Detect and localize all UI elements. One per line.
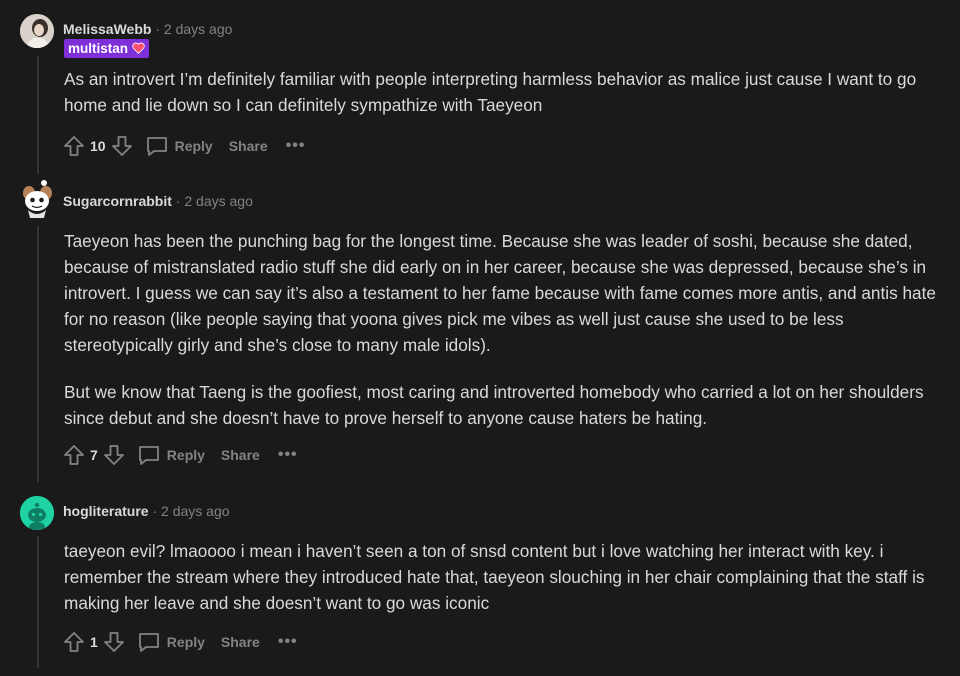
flair-text: multistan	[68, 41, 129, 56]
more-options-button[interactable]: •••	[278, 446, 298, 464]
downvote-arrow-icon	[103, 632, 124, 652]
upvote-button[interactable]	[61, 442, 87, 468]
comment: MelissaWebb · 2 days ago multistan As an…	[20, 14, 950, 174]
upvote-button[interactable]	[61, 133, 87, 159]
downvote-button[interactable]	[109, 133, 135, 159]
author-name[interactable]: MelissaWebb	[63, 21, 151, 37]
comment-bubble-icon	[146, 137, 167, 156]
timestamp[interactable]: 2 days ago	[184, 193, 253, 209]
reply-button[interactable]: Reply	[137, 444, 205, 466]
more-options-button[interactable]: •••	[286, 137, 306, 155]
comment-body: As an introvert I’m definitely familiar …	[64, 66, 950, 118]
reply-button[interactable]: Reply	[145, 135, 213, 157]
reply-button[interactable]: Reply	[137, 631, 205, 653]
share-button[interactable]: Share	[221, 447, 260, 463]
comment: hogliterature · 2 days ago taeyeon evil?…	[20, 496, 950, 666]
comment-actions: 10 Reply Share •••	[61, 132, 305, 160]
avatar[interactable]	[20, 496, 54, 530]
share-button[interactable]: Share	[229, 138, 268, 154]
author-name[interactable]: hogliterature	[63, 503, 149, 519]
comment-meta: MelissaWebb · 2 days ago	[63, 21, 233, 37]
comment-body: Taeyeon has been the punching bag for th…	[64, 228, 950, 431]
comment-actions: 1 Reply Share •••	[61, 628, 298, 656]
timestamp[interactable]: 2 days ago	[164, 21, 233, 37]
comment: Sugarcornrabbit · 2 days ago Taeyeon has…	[20, 180, 950, 486]
vote-score: 7	[90, 447, 98, 463]
comment-bubble-icon	[138, 633, 159, 652]
share-button[interactable]: Share	[221, 634, 260, 650]
downvote-arrow-icon	[103, 445, 124, 465]
snoo-avatar-icon	[23, 180, 52, 218]
downvote-arrow-icon	[111, 136, 132, 156]
vote-score: 10	[90, 138, 106, 154]
upvote-arrow-icon	[64, 445, 84, 465]
avatar[interactable]	[20, 180, 54, 220]
comment-paragraph: As an introvert I’m definitely familiar …	[64, 69, 917, 115]
vote-score: 1	[90, 634, 98, 650]
comment-body: taeyeon evil? lmaoooo i mean i haven’t s…	[64, 538, 950, 616]
reply-label: Reply	[174, 138, 213, 154]
avatar[interactable]	[20, 14, 54, 48]
user-flair: multistan	[64, 39, 149, 58]
comment-paragraph: Taeyeon has been the punching bag for th…	[64, 231, 936, 355]
user-avatar-photo-icon	[20, 14, 54, 48]
upvote-arrow-icon	[64, 632, 84, 652]
comment-meta: hogliterature · 2 days ago	[63, 503, 230, 519]
reply-label: Reply	[166, 447, 205, 463]
comment-bubble-icon	[138, 446, 159, 465]
upvote-arrow-icon	[64, 136, 84, 156]
downvote-button[interactable]	[101, 629, 127, 655]
comment-actions: 7 Reply Share •••	[61, 441, 298, 469]
reply-label: Reply	[166, 634, 205, 650]
downvote-button[interactable]	[101, 442, 127, 468]
timestamp[interactable]: 2 days ago	[161, 503, 230, 519]
comment-paragraph: taeyeon evil? lmaoooo i mean i haven’t s…	[64, 541, 925, 613]
comment-meta: Sugarcornrabbit · 2 days ago	[63, 193, 253, 209]
comment-paragraph: But we know that Taeng is the goofiest, …	[64, 382, 924, 428]
author-name[interactable]: Sugarcornrabbit	[63, 193, 172, 209]
heart-icon	[132, 42, 145, 54]
upvote-button[interactable]	[61, 629, 87, 655]
more-options-button[interactable]: •••	[278, 633, 298, 651]
snoo-default-avatar-icon	[20, 496, 54, 530]
